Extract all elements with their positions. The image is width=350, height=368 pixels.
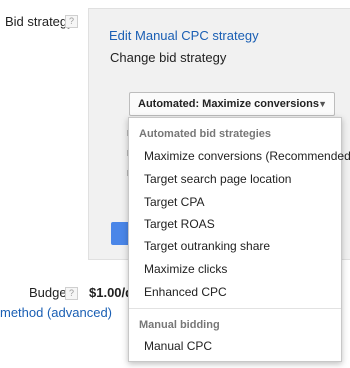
help-icon[interactable]: ? — [65, 287, 78, 300]
help-icon[interactable]: ? — [65, 15, 78, 28]
option-manual-cpc[interactable]: Manual CPC — [144, 339, 212, 353]
campaign-settings: Bid strategy ? Edit Manual CPC strategy … — [0, 0, 350, 368]
option-target-outranking-share[interactable]: Target outranking share — [144, 239, 270, 253]
option-enhanced-cpc[interactable]: Enhanced CPC — [144, 285, 227, 299]
group-label-automated: Automated bid strategies — [139, 128, 272, 140]
selected-strategy: Automated: Maximize conversions — [138, 98, 319, 110]
group-divider — [129, 308, 341, 309]
option-target-search-page-location[interactable]: Target search page location — [144, 172, 291, 186]
budget-value: $1.00/da — [89, 285, 129, 300]
option-maximize-conversions[interactable]: Maximize conversions (Recommended) — [144, 149, 350, 163]
group-label-manual: Manual bidding — [139, 319, 220, 331]
change-bid-strategy-label: Change bid strategy — [110, 50, 227, 65]
bid-strategy-dropdown: Automated bid strategies Maximize conver… — [128, 117, 350, 362]
bid-strategy-label: Bid strategy — [5, 14, 74, 29]
option-target-cpa[interactable]: Target CPA — [144, 195, 204, 209]
bid-strategy-select[interactable]: Automated: Maximize conversions ▼ — [129, 92, 335, 116]
chevron-down-icon: ▼ — [318, 99, 327, 109]
option-maximize-clicks[interactable]: Maximize clicks — [144, 262, 227, 276]
delivery-method-link[interactable]: method (advanced) — [0, 305, 130, 320]
option-target-roas[interactable]: Target ROAS — [144, 217, 215, 231]
edit-strategy-link[interactable]: Edit Manual CPC strategy — [109, 28, 259, 43]
